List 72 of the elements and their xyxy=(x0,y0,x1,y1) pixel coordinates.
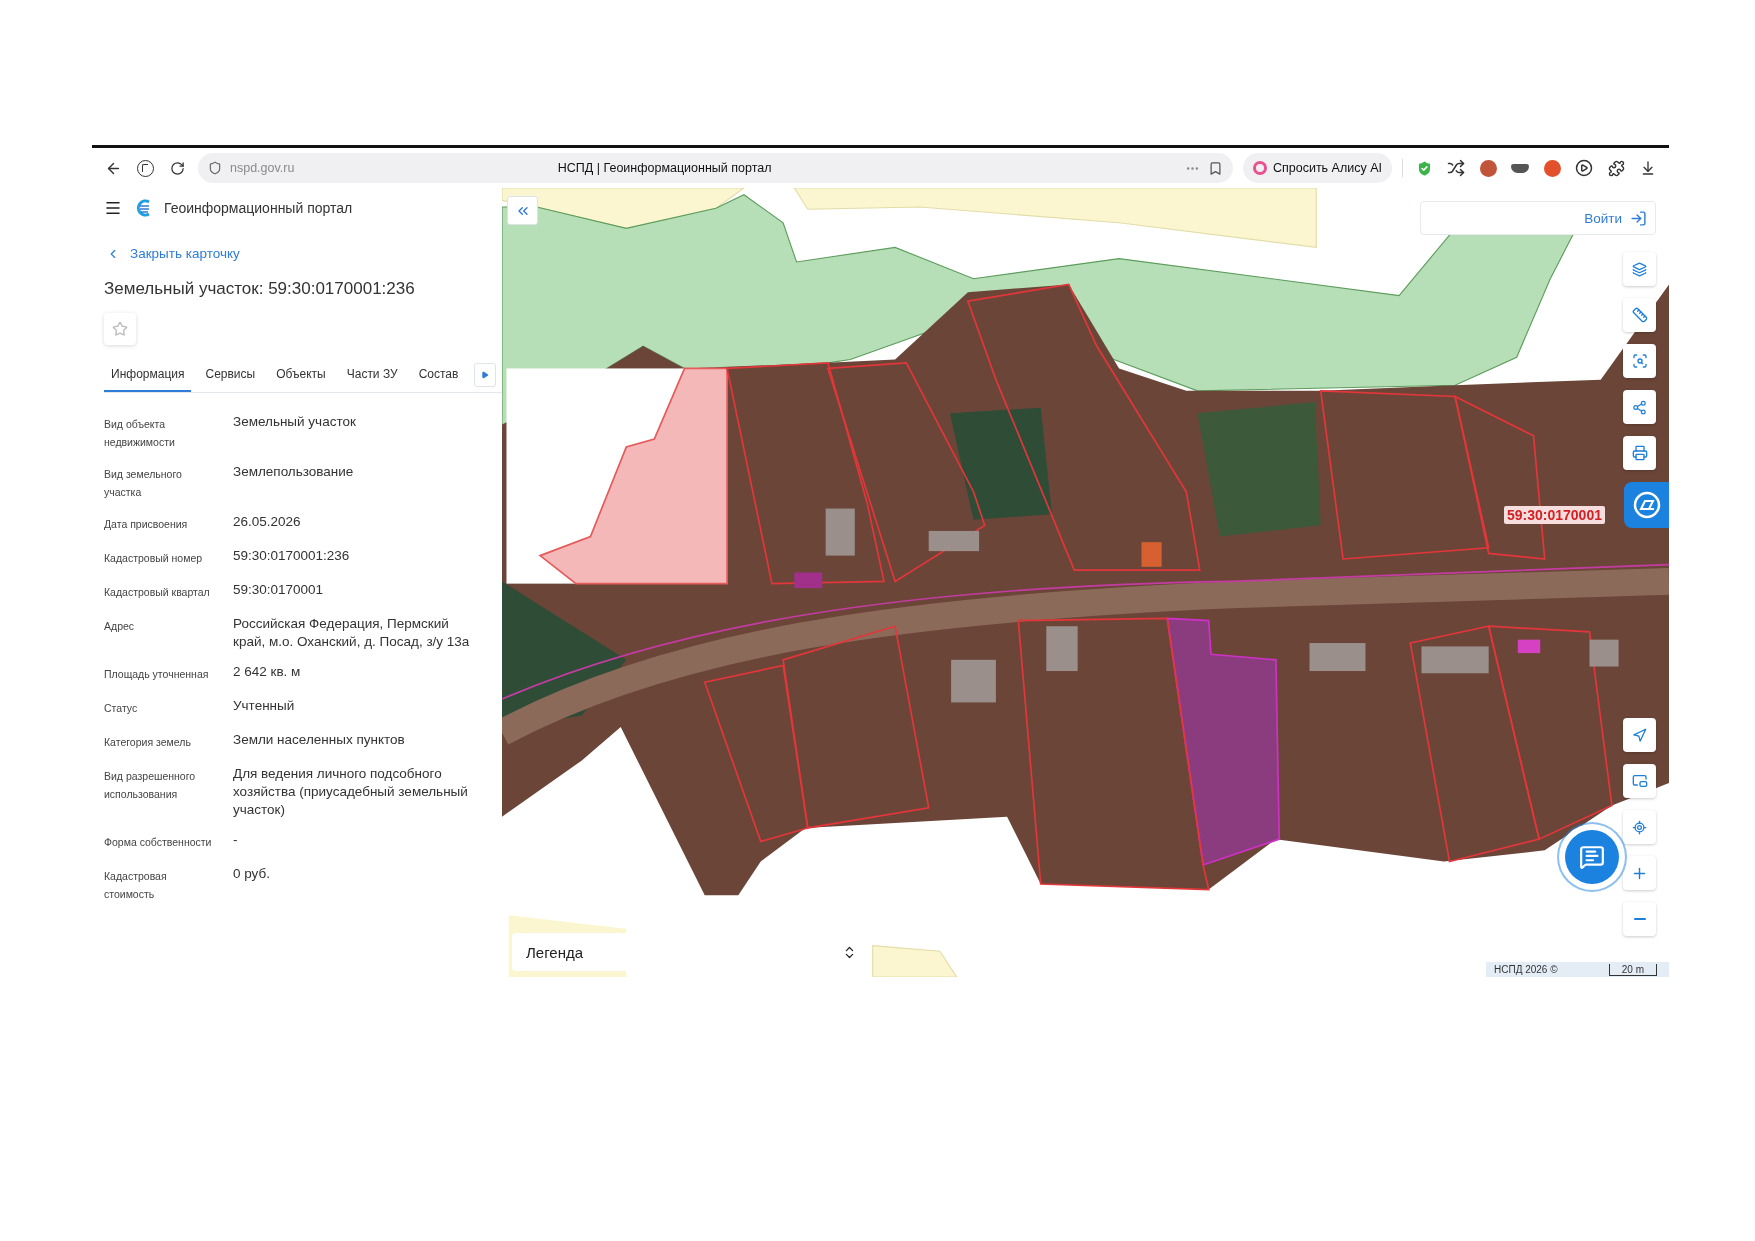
tab[interactable]: Информация xyxy=(104,367,192,392)
field-value: 2 642 кв. м xyxy=(233,663,302,681)
shield-icon xyxy=(208,161,222,175)
address-bar[interactable]: nspd.gov.ru НСПД | Геоинформационный портал xyxy=(198,153,1233,183)
scan-search-icon xyxy=(1631,353,1648,369)
play-icon[interactable] xyxy=(1573,157,1595,179)
area-search-button[interactable] xyxy=(1623,344,1656,378)
field-value: 26.05.2026 xyxy=(233,513,302,531)
chat-icon xyxy=(1579,844,1605,870)
scale-bar: 20 m xyxy=(1608,963,1657,976)
field-label: Кадастровый квартал xyxy=(104,585,211,600)
locate-button[interactable] xyxy=(1623,810,1656,844)
navigation-button[interactable] xyxy=(1623,718,1656,752)
share-icon xyxy=(1632,399,1647,415)
ruler-button[interactable] xyxy=(1623,298,1656,332)
field-value: Российская Федерация, Пермский край, м.о. Оханский, д. Посад, з/у 13а xyxy=(233,615,471,651)
ruler-icon xyxy=(1631,307,1648,323)
field-label: Адрес xyxy=(104,619,136,634)
menu-icon[interactable] xyxy=(104,199,122,217)
window-button[interactable] xyxy=(1623,764,1656,798)
field-label: Кадастровый номер xyxy=(104,551,204,566)
locate-icon xyxy=(1632,819,1647,835)
login-button[interactable]: Войти xyxy=(1420,201,1656,235)
shuffle-icon[interactable] xyxy=(1445,157,1467,179)
field-value: Землепользование xyxy=(233,463,355,481)
minus-icon xyxy=(1633,918,1646,920)
tab[interactable]: Состав xyxy=(411,367,466,392)
field-label: Площадь уточненная xyxy=(104,667,210,682)
logo-icon xyxy=(1631,490,1662,520)
field-label: Форма собственности xyxy=(104,835,213,850)
field-value: - xyxy=(233,831,239,849)
card-title: Земельный участок: 59:30:0170001:236 xyxy=(104,279,416,299)
layers-button[interactable] xyxy=(1623,252,1656,286)
field-value: Учтенный xyxy=(233,697,296,715)
field-label: Вид разрешенного использования xyxy=(104,769,197,802)
tab[interactable]: Сервисы xyxy=(198,367,263,392)
copyright-text: НСПД 2026 © xyxy=(1494,964,1558,975)
logo-icon xyxy=(134,199,152,217)
field-label: Статус xyxy=(104,701,139,716)
collapse-panel-button[interactable] xyxy=(507,196,538,225)
page-title: НСПД | Геоинформационный портал xyxy=(556,161,773,175)
parcel-label: 59:30:0170001 xyxy=(1504,506,1605,524)
side-tab-button[interactable] xyxy=(1624,482,1669,528)
navigation-arrow-icon xyxy=(1632,727,1647,743)
bookmark-icon[interactable] xyxy=(1207,160,1223,176)
tab[interactable]: Объекты xyxy=(269,367,333,392)
print-icon xyxy=(1631,445,1648,461)
login-icon xyxy=(1630,209,1647,227)
star-icon xyxy=(112,321,128,337)
field-value: Земельный участок xyxy=(233,413,357,431)
share-button[interactable] xyxy=(1623,390,1656,424)
zoom-out-button[interactable] xyxy=(1623,902,1656,936)
close-card-link[interactable]: Закрыть карточку xyxy=(104,246,240,261)
layers-icon xyxy=(1632,261,1647,277)
field-label: Кадастровая стоимость xyxy=(104,869,168,902)
scroll-tabs-button[interactable] xyxy=(474,363,496,387)
field-label: Категория земель xyxy=(104,735,192,750)
field-label: Дата присвоения xyxy=(104,517,189,532)
portal-title: Геоинформационный портал xyxy=(164,200,353,216)
field-value: 59:30:0170001 xyxy=(233,581,325,599)
field-value: 0 руб. xyxy=(233,865,271,883)
print-button[interactable] xyxy=(1623,436,1656,470)
field-label: Вид объекта недвижимости xyxy=(104,417,176,450)
triangle-right-icon xyxy=(481,371,489,379)
field-label: Вид земельного участка xyxy=(104,467,183,500)
window-icon xyxy=(1631,773,1648,789)
field-value: 59:30:0170001:236 xyxy=(233,547,351,565)
field-value: Для ведения личного подсобного хозяйства (приусадебный земельный участок) xyxy=(233,765,469,819)
tab[interactable]: Части ЗУ xyxy=(339,367,405,392)
assistant-button[interactable]: Спросить Алису AI xyxy=(1242,153,1392,183)
field-value: Земли населенных пунктов xyxy=(233,731,406,749)
url-text: nspd.gov.ru xyxy=(230,161,295,175)
